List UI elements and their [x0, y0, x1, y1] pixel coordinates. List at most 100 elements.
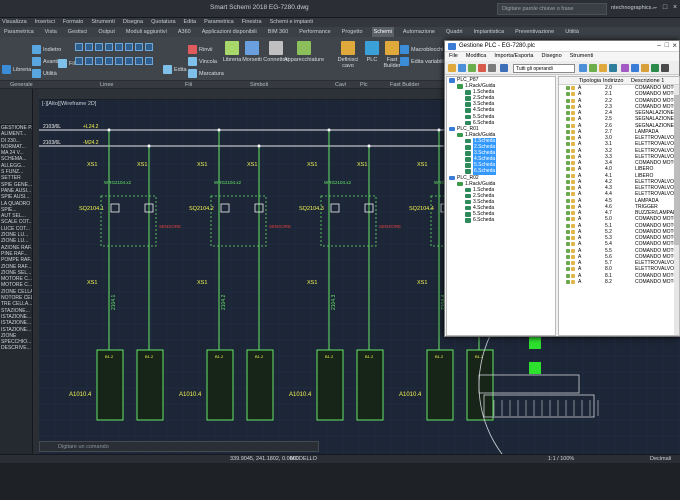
line-tool-icon[interactable]	[75, 57, 83, 65]
menu-item[interactable]: Disegna	[123, 18, 143, 27]
menu-item[interactable]: Formato	[63, 18, 83, 27]
report-icon[interactable]	[621, 64, 629, 72]
menu-item[interactable]: Strumenti	[91, 18, 115, 27]
ribbon-tab[interactable]: Parametrica	[2, 27, 36, 37]
ribbon-tab[interactable]: Performance	[297, 27, 333, 37]
ribbon-button[interactable]: Indietro	[32, 45, 61, 54]
ribbon-tab[interactable]: A360	[176, 27, 193, 37]
maximize-icon[interactable]: □	[661, 3, 669, 13]
line-tool-icon[interactable]	[145, 57, 153, 65]
left-panel-item[interactable]: POMPE RAF...	[0, 257, 32, 263]
model-space-button[interactable]: MODELLO	[290, 456, 317, 462]
col-tipologia[interactable]: Tipologia	[579, 78, 601, 84]
line-tool-icon[interactable]	[125, 57, 133, 65]
plc-input-box[interactable]	[206, 349, 234, 421]
dialog-menu-item[interactable]: Modifica	[466, 52, 486, 61]
col-descrizione[interactable]: Descrizione 1	[631, 78, 664, 84]
operand-filter-select[interactable]: Tutti gli operandi	[513, 64, 575, 73]
viewport-label[interactable]: [-][Alto][Wireframe 2D]	[42, 101, 96, 107]
add-icon[interactable]	[468, 64, 476, 72]
properties-icon[interactable]	[488, 64, 496, 72]
line-tool-icon[interactable]	[125, 43, 133, 51]
ribbon-button[interactable]: Rinvii	[188, 45, 212, 54]
dialog-close-icon[interactable]: ×	[672, 41, 677, 50]
line-tool-icon[interactable]	[105, 57, 113, 65]
ribbon-tab[interactable]: Quadri	[444, 27, 465, 37]
col-indirizzo[interactable]: Indirizzo	[603, 78, 623, 84]
plc-input-box[interactable]	[246, 349, 274, 421]
ribbon-tab[interactable]: Moduli aggiuntivi	[124, 27, 169, 37]
annotation-scale[interactable]: 1:1 / 100%	[548, 456, 574, 462]
line-tool-icon[interactable]	[75, 43, 83, 51]
folder-icon[interactable]	[599, 64, 607, 72]
help-icon[interactable]	[661, 64, 669, 72]
plc-input-box[interactable]	[96, 349, 124, 421]
left-panel-item[interactable]: ZIONE LU...	[0, 238, 32, 244]
menu-item[interactable]: Schemi e impianti	[270, 18, 313, 27]
line-tool-icon[interactable]	[115, 43, 123, 51]
delete-icon[interactable]	[478, 64, 486, 72]
ribbon-button[interactable]: Macroblocchi	[400, 45, 443, 54]
ribbon-tab[interactable]: Applicazioni disponibili	[200, 27, 259, 37]
sensor-symbol[interactable]	[220, 203, 230, 213]
left-panel-item[interactable]: MOTORE C...	[0, 282, 32, 288]
sensor-symbol[interactable]	[110, 203, 120, 213]
print-icon[interactable]	[641, 64, 649, 72]
menu-item[interactable]: Parametrica	[204, 18, 234, 27]
ribbon-tab[interactable]: Gestisci	[66, 27, 90, 37]
table-icon[interactable]	[609, 64, 617, 72]
dialog-minimize-icon[interactable]: –	[657, 42, 661, 49]
menu-item[interactable]: Edita	[184, 18, 197, 27]
menu-item[interactable]: Finestra	[242, 18, 262, 27]
plc-input-box[interactable]	[316, 349, 344, 421]
ribbon-tab[interactable]: Impiantistica	[472, 27, 507, 37]
ribbon-button[interactable]: Avanti	[32, 57, 58, 66]
plc-input-box[interactable]	[466, 349, 494, 421]
scroll-thumb[interactable]	[674, 95, 679, 245]
units-button[interactable]: Decimali	[650, 456, 671, 462]
ribbon-tab[interactable]: Vista	[43, 27, 59, 37]
ribbon-button[interactable]: Edita variabili	[400, 57, 444, 66]
import-icon[interactable]	[589, 64, 597, 72]
table-row[interactable]: A 8.2 COMANDO MOTORE	[565, 279, 679, 285]
ribbon-tab[interactable]: BIM 360	[266, 27, 290, 37]
plc-input-box[interactable]	[426, 349, 454, 421]
left-panel-item[interactable]: LA QUADRO	[0, 201, 32, 207]
table-scrollbar[interactable]	[674, 85, 679, 335]
line-tool-icon[interactable]	[85, 43, 93, 51]
open-icon[interactable]	[448, 64, 456, 72]
search-input[interactable]: Digitare parole chiave o frase	[497, 3, 607, 15]
ribbon-tab[interactable]: Automazione	[401, 27, 437, 37]
command-input[interactable]: Digitare un comando	[39, 441, 319, 452]
left-panel-item[interactable]: STAZIONE...	[0, 308, 32, 314]
left-panel-item[interactable]: ISTAZIONE...	[0, 320, 32, 326]
excel-icon[interactable]	[651, 64, 659, 72]
ribbon-button[interactable]: Apparecchiature	[284, 41, 324, 63]
sensor-head[interactable]	[529, 335, 541, 349]
export-icon[interactable]	[579, 64, 587, 72]
line-tool-icon[interactable]	[95, 43, 103, 51]
plc-tree[interactable]: PLC_P87 1.Rack/Guida 1.Scheda 2.Scheda 3.Sch…	[446, 76, 556, 336]
ribbon-button[interactable]: Edita	[163, 65, 187, 74]
dialog-menu-item[interactable]: Disegno	[542, 52, 562, 61]
dialog-menu-item[interactable]: Importa/Esporta	[494, 52, 533, 61]
line-tool-icon[interactable]	[105, 43, 113, 51]
left-panel-item[interactable]: SCALE COT...	[0, 219, 32, 225]
line-tool-icon[interactable]	[135, 57, 143, 65]
tree-node[interactable]: 6.Scheda	[447, 217, 555, 223]
line-tool-icon[interactable]	[145, 43, 153, 51]
left-panel-item[interactable]: AZIONE RAF...	[0, 245, 32, 251]
plc-input-box[interactable]	[136, 349, 164, 421]
ribbon-tab[interactable]: Schemi	[371, 27, 394, 37]
dialog-maximize-icon[interactable]: □	[665, 42, 669, 49]
menu-item[interactable]: Inserisci	[35, 18, 55, 27]
sensor-symbol[interactable]	[330, 203, 340, 213]
ribbon-button[interactable]: Utilità	[32, 69, 57, 78]
ribbon-button[interactable]: Libreria	[2, 65, 31, 74]
left-panel-item[interactable]: SPIE AUSI...	[0, 194, 32, 200]
menu-item[interactable]: Quotatura	[151, 18, 175, 27]
save-icon[interactable]	[458, 64, 466, 72]
grid-icon[interactable]	[631, 64, 639, 72]
left-panel-item[interactable]: DESCRIVE...	[0, 345, 32, 351]
line-tool-icon[interactable]	[135, 43, 143, 51]
